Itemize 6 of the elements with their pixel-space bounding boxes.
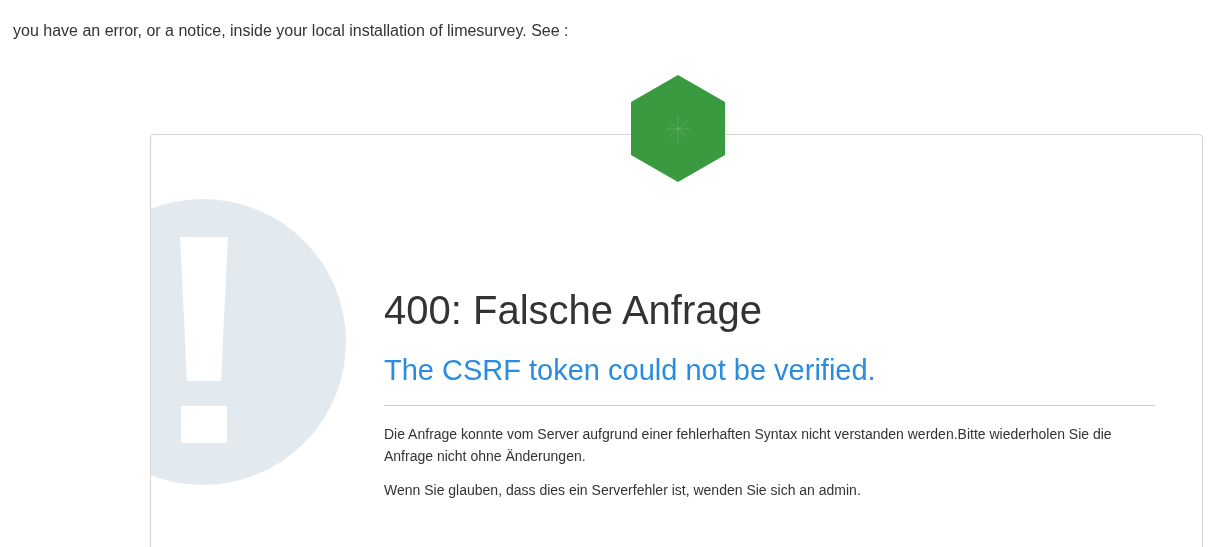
hexagon-logo-icon	[631, 75, 725, 182]
error-subtitle: The CSRF token could not be verified.	[384, 353, 877, 387]
error-title: 400: Falsche Anfrage	[384, 287, 764, 333]
notice-text: you have an error, or a notice, inside your local installation of limesurvey. See :	[12, 21, 570, 41]
error-message: Wenn Sie glauben, dass dies ein Serverfehler ist, wenden Sie sich an admin.	[384, 481, 862, 500]
error-message: Die Anfrage konnte vom Server aufgrund einer fehlerhaften Syntax nicht verstanden werden.Bitte wiederholen Sie die Anfrage nicht ohne Änderungen.	[384, 425, 1113, 466]
